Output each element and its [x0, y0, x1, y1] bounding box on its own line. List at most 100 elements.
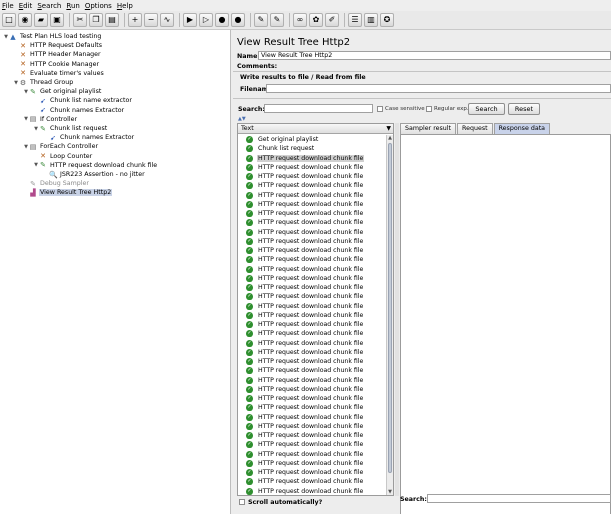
search-button[interactable]: Search: [468, 103, 505, 115]
tree-node[interactable]: ➹ Chunk list name extractor: [33, 96, 133, 105]
result-row[interactable]: ✓ HTTP request download chunk file: [238, 394, 385, 403]
tree-node[interactable]: ▼ ✎ HTTP request download chunk file: [33, 161, 158, 170]
search-input[interactable]: [264, 104, 373, 113]
split-pane-divider[interactable]: [395, 123, 399, 496]
save-icon[interactable]: ▣: [50, 13, 64, 27]
scroll-down-icon[interactable]: ▼: [387, 489, 393, 495]
expand-icon[interactable]: +: [128, 13, 142, 27]
tree-node[interactable]: ▼ ▤ If Controller: [23, 115, 78, 124]
tab-request[interactable]: Request: [457, 123, 493, 134]
result-row[interactable]: ✓ HTTP request download chunk file: [238, 154, 385, 163]
result-row[interactable]: ✓ HTTP request download chunk file: [238, 209, 385, 218]
detail-search-input[interactable]: [427, 494, 611, 503]
new-icon[interactable]: □: [2, 13, 16, 27]
result-row[interactable]: ✓ HTTP request download chunk file: [238, 440, 385, 449]
result-row[interactable]: ✓ HTTP request download chunk file: [238, 329, 385, 338]
tree-node[interactable]: ✕ HTTP Cookie Manager: [13, 60, 100, 69]
result-row[interactable]: ✓ HTTP request download chunk file: [238, 191, 385, 200]
tree-node[interactable]: ➹ Chunk names Extractor: [33, 106, 125, 115]
reset-search-icon[interactable]: ✿: [309, 13, 323, 27]
scroll-up-icon[interactable]: ▲: [387, 135, 393, 141]
result-row[interactable]: ✓ HTTP request download chunk file: [238, 292, 385, 301]
collapse-arrows-icon[interactable]: ▲▼: [238, 116, 246, 122]
menu-file[interactable]: File: [2, 2, 14, 10]
result-row[interactable]: ✓ HTTP request download chunk file: [238, 348, 385, 357]
results-list[interactable]: Text ▼ ✓ Get original playlist ✓ Chunk list…: [237, 123, 394, 496]
result-row[interactable]: ✓ HTTP request download chunk file: [238, 450, 385, 459]
result-row[interactable]: ✓ HTTP request download chunk file: [238, 366, 385, 375]
tree-node[interactable]: ▼ ✎ Chunk list request: [33, 124, 108, 133]
list-header[interactable]: Text ▼: [238, 124, 393, 134]
result-row[interactable]: ✓ HTTP request download chunk file: [238, 237, 385, 246]
result-row[interactable]: ✓ HTTP request download chunk file: [238, 376, 385, 385]
result-row[interactable]: ✓ HTTP request download chunk file: [238, 459, 385, 468]
toggle-icon[interactable]: ∿: [160, 13, 174, 27]
chevron-down-icon[interactable]: ▼: [386, 124, 391, 134]
tree-node[interactable]: ➹ Chunk names Extractor: [43, 133, 135, 142]
menu-help[interactable]: Help: [117, 2, 133, 10]
result-row[interactable]: ✓ HTTP request download chunk file: [238, 357, 385, 366]
open-icon[interactable]: ▰: [34, 13, 48, 27]
regex-checkbox[interactable]: [426, 106, 432, 112]
tree-node[interactable]: 🔍 JSR223 Assertion - no jitter: [43, 170, 146, 179]
tab-sampler-result[interactable]: Sampler result: [400, 123, 457, 134]
tree-node[interactable]: ▼ ▤ ForEach Controller: [23, 142, 99, 151]
name-input[interactable]: View Result Tree Http2: [258, 51, 611, 60]
templates-icon[interactable]: ◉: [18, 13, 32, 27]
result-row[interactable]: ✓ HTTP request download chunk file: [238, 218, 385, 227]
result-row[interactable]: ✓ HTTP request download chunk file: [238, 403, 385, 412]
result-row[interactable]: ✓ HTTP request download chunk file: [238, 477, 385, 486]
collapse-icon[interactable]: −: [144, 13, 158, 27]
tab-response-data[interactable]: Response data: [493, 123, 551, 134]
result-row[interactable]: ✓ HTTP request download chunk file: [238, 265, 385, 274]
result-row[interactable]: ✓ HTTP request download chunk file: [238, 385, 385, 394]
start-icon[interactable]: ▶: [183, 13, 197, 27]
result-row[interactable]: ✓ HTTP request download chunk file: [238, 431, 385, 440]
tree-node[interactable]: ▼ ⚙ Thread Group: [13, 78, 74, 87]
result-row[interactable]: ✓ HTTP request download chunk file: [238, 487, 385, 496]
response-data-view[interactable]: [400, 134, 611, 514]
test-plan-tree[interactable]: ▼ ▲ Test Plan HLS load testing ✕ HTTP Reques…: [0, 30, 231, 514]
tree-node[interactable]: ✕ HTTP Request Defaults: [13, 41, 103, 50]
reset-button[interactable]: Reset: [508, 103, 540, 115]
filename-input[interactable]: [266, 84, 611, 93]
result-row[interactable]: ✓ HTTP request download chunk file: [238, 320, 385, 329]
menu-options[interactable]: Options: [85, 2, 112, 10]
result-row[interactable]: ✓ HTTP request download chunk file: [238, 413, 385, 422]
result-row[interactable]: ✓ Get original playlist: [238, 135, 385, 144]
result-row[interactable]: ✓ HTTP request download chunk file: [238, 274, 385, 283]
result-row[interactable]: ✓ HTTP request download chunk file: [238, 302, 385, 311]
result-row[interactable]: ✓ HTTP request download chunk file: [238, 228, 385, 237]
start-no-pauses-icon[interactable]: ▷: [199, 13, 213, 27]
menu-edit[interactable]: Edit: [19, 2, 33, 10]
menu-search[interactable]: Search: [37, 2, 61, 10]
search-binoculars-icon[interactable]: ∞: [293, 13, 307, 27]
results-scrollbar[interactable]: ▲ ▼: [386, 135, 393, 495]
tree-node[interactable]: ▼ ▲ Test Plan HLS load testing: [3, 32, 102, 41]
help-icon[interactable]: ▥: [364, 13, 378, 27]
result-row[interactable]: ✓ HTTP request download chunk file: [238, 172, 385, 181]
result-row[interactable]: ✓ HTTP request download chunk file: [238, 181, 385, 190]
tree-node[interactable]: ✕ Loop Counter: [33, 152, 93, 161]
clear-icon[interactable]: ✎: [254, 13, 268, 27]
tree-node[interactable]: ✎ Debug Sampler: [23, 179, 90, 188]
result-row[interactable]: ✓ HTTP request download chunk file: [238, 311, 385, 320]
result-row[interactable]: ✓ Chunk list request: [238, 144, 385, 153]
result-row[interactable]: ✓ HTTP request download chunk file: [238, 200, 385, 209]
result-row[interactable]: ✓ HTTP request download chunk file: [238, 255, 385, 264]
tree-node[interactable]: ▼ ✎ Get original playlist: [23, 87, 102, 96]
list-icon[interactable]: ☰: [348, 13, 362, 27]
result-row[interactable]: ✓ HTTP request download chunk file: [238, 246, 385, 255]
function-helper-icon[interactable]: ✐: [325, 13, 339, 27]
paste-icon[interactable]: ▤: [105, 13, 119, 27]
scroll-automatically-checkbox[interactable]: [239, 499, 245, 505]
tree-node[interactable]: ▟ View Result Tree Http2: [23, 188, 113, 197]
copy-icon[interactable]: ❐: [89, 13, 103, 27]
result-row[interactable]: ✓ HTTP request download chunk file: [238, 163, 385, 172]
tree-node[interactable]: ✕ HTTP Header Manager: [13, 50, 102, 59]
shutdown-icon[interactable]: ●: [231, 13, 245, 27]
clear-all-icon[interactable]: ✎: [270, 13, 284, 27]
result-row[interactable]: ✓ HTTP request download chunk file: [238, 283, 385, 292]
stop-icon[interactable]: ●: [215, 13, 229, 27]
remote-icon[interactable]: ✪: [380, 13, 394, 27]
